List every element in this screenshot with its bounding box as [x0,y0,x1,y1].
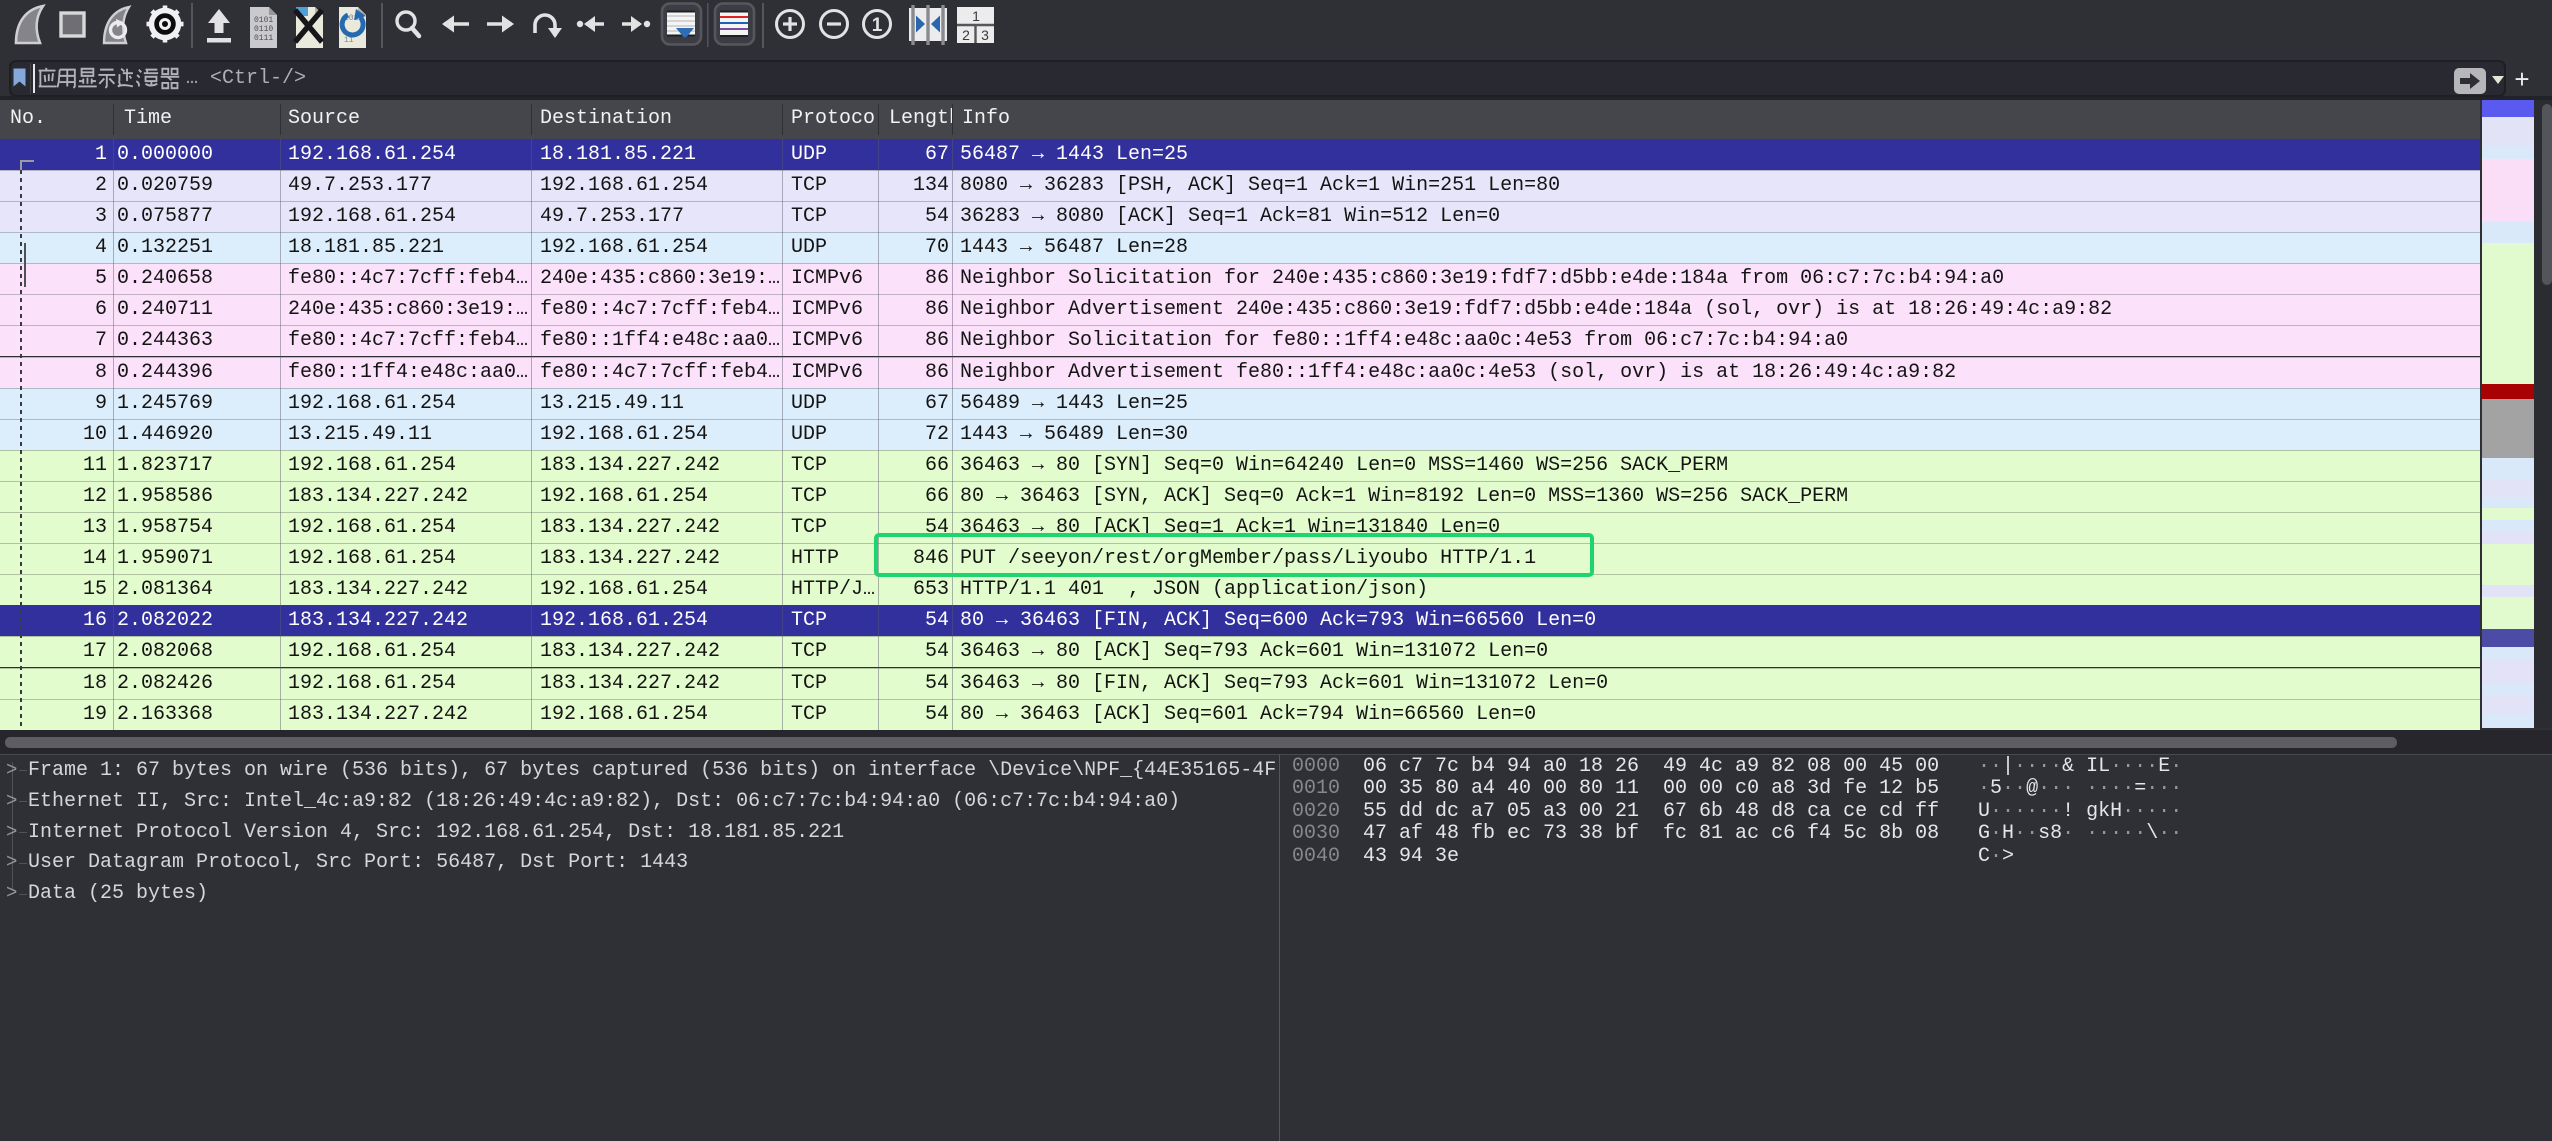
svg-text:3: 3 [981,27,989,43]
svg-text:0110: 0110 [254,25,273,34]
svg-text:1: 1 [872,15,883,36]
svg-text:0101: 0101 [254,16,273,25]
svg-text:1: 1 [972,8,980,24]
svg-text:0111: 0111 [254,34,273,43]
svg-text:2: 2 [962,27,970,43]
